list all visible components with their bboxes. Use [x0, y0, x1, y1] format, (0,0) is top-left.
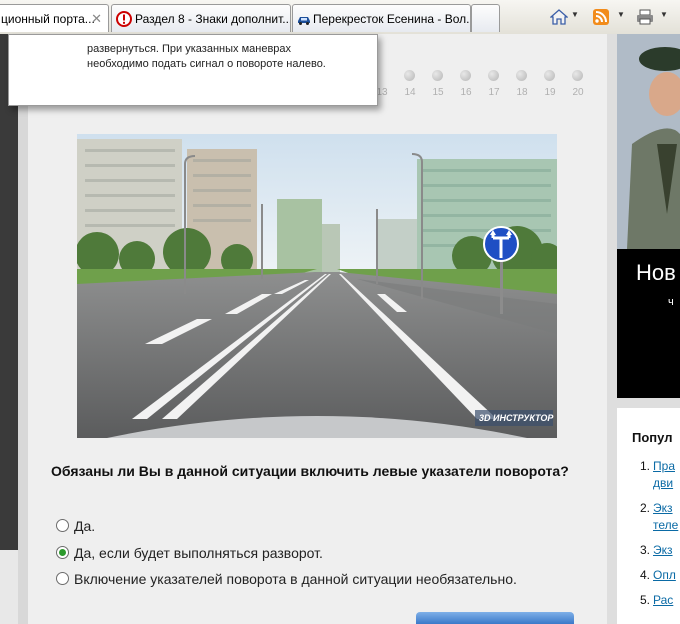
pager-number[interactable]: 17: [484, 87, 504, 98]
answer-label: Включение указателей поворота в данной с…: [74, 571, 517, 587]
home-dropdown-icon[interactable]: ▼: [571, 10, 579, 19]
pager-number[interactable]: 20: [568, 87, 588, 98]
popular-link[interactable]: Экз: [653, 543, 673, 557]
pager-number[interactable]: 16: [456, 87, 476, 98]
popular-link[interactable]: Экз: [653, 501, 673, 515]
popular-link[interactable]: Рас: [653, 593, 673, 607]
ad-subtext: ч: [668, 296, 674, 308]
pager-dot[interactable]: [516, 70, 527, 81]
answer-option[interactable]: Да.: [56, 518, 95, 534]
answer-option[interactable]: Включение указателей поворота в данной с…: [56, 571, 517, 587]
pager-number[interactable]: 19: [540, 87, 560, 98]
car-icon: [298, 17, 310, 25]
popular-link[interactable]: теле: [653, 518, 678, 532]
hint-cut-line: [87, 31, 357, 42]
feed-dropdown-icon[interactable]: ▼: [617, 10, 625, 19]
rss-feed-icon[interactable]: [592, 8, 610, 26]
popular-item[interactable]: 5. Рас: [640, 593, 673, 607]
item-number: 3.: [640, 543, 651, 557]
tab-intersection[interactable]: Перекресток Есенина - Вол...: [292, 4, 471, 32]
next-button[interactable]: [416, 612, 574, 624]
question-text: Обязаны ли Вы в данной ситуации включить…: [51, 463, 569, 479]
item-number: 5.: [640, 593, 651, 607]
left-gutter: [18, 34, 28, 624]
home-icon[interactable]: [550, 8, 568, 26]
road-scene-image: 3D ИНСТРУКТОР: [77, 134, 557, 438]
watermark-text: 3D ИНСТРУКТОР: [479, 413, 554, 423]
ad-headline: Нов: [636, 260, 676, 285]
answer-label: Да.: [74, 518, 96, 534]
popular-item[interactable]: теле: [640, 518, 678, 532]
ad-banner[interactable]: [617, 34, 680, 398]
popular-item[interactable]: 3. Экз: [640, 543, 673, 557]
hint-text: развернуться. При указанных маневрах нео…: [87, 31, 357, 72]
hint-line: необходимо подать сигнал о повороте нале…: [87, 58, 326, 70]
new-tab-button[interactable]: [471, 4, 500, 32]
popular-item[interactable]: 4. Опл: [640, 568, 676, 582]
hint-popup: развернуться. При указанных маневрах нео…: [8, 34, 378, 106]
browser-tab-bar: ционный порта... ✕ Раздел 8 - Знаки допо…: [0, 0, 680, 35]
popular-item[interactable]: 1. Пра: [640, 459, 675, 473]
answer-label: Да, если будет выполняться разворот.: [74, 545, 323, 561]
pager-dot[interactable]: [432, 70, 443, 81]
pager-number[interactable]: 15: [428, 87, 448, 98]
radio-button[interactable]: [56, 572, 69, 585]
radio-button-selected[interactable]: [56, 546, 69, 559]
answer-option-selected[interactable]: Да, если будет выполняться разворот.: [56, 545, 323, 561]
pager-dot[interactable]: [544, 70, 555, 81]
popular-item[interactable]: 2. Экз: [640, 501, 673, 515]
popular-title: Попул: [632, 430, 673, 445]
tab-title: ционный порта...: [1, 12, 95, 26]
print-icon[interactable]: [636, 8, 654, 26]
popular-link[interactable]: Пра: [653, 459, 675, 473]
popular-link[interactable]: дви: [653, 476, 673, 490]
tab-title: Раздел 8 - Знаки дополнит...: [135, 12, 291, 26]
tab-active[interactable]: ционный порта... ✕: [0, 4, 109, 32]
popular-item[interactable]: дви: [640, 476, 673, 490]
pager-dot[interactable]: [572, 70, 583, 81]
pager-number[interactable]: 14: [400, 87, 420, 98]
pager-dot[interactable]: [404, 70, 415, 81]
item-number: 2.: [640, 501, 651, 515]
pager-dot[interactable]: [460, 70, 471, 81]
tab-title: Перекресток Есенина - Вол...: [313, 12, 471, 26]
radio-button[interactable]: [56, 519, 69, 532]
item-number: 4.: [640, 568, 651, 582]
close-tab-icon[interactable]: ✕: [91, 11, 102, 27]
popular-link[interactable]: Опл: [653, 568, 676, 582]
pager-dot[interactable]: [488, 70, 499, 81]
tab-section-8[interactable]: Раздел 8 - Знаки дополнит...: [111, 4, 291, 32]
pager-number[interactable]: 18: [512, 87, 532, 98]
print-dropdown-icon[interactable]: ▼: [660, 10, 668, 19]
item-number: 1.: [640, 459, 651, 473]
hint-line: развернуться. При указанных маневрах: [87, 43, 292, 55]
left-dark-panel: [0, 34, 18, 550]
warning-icon: [116, 11, 132, 27]
